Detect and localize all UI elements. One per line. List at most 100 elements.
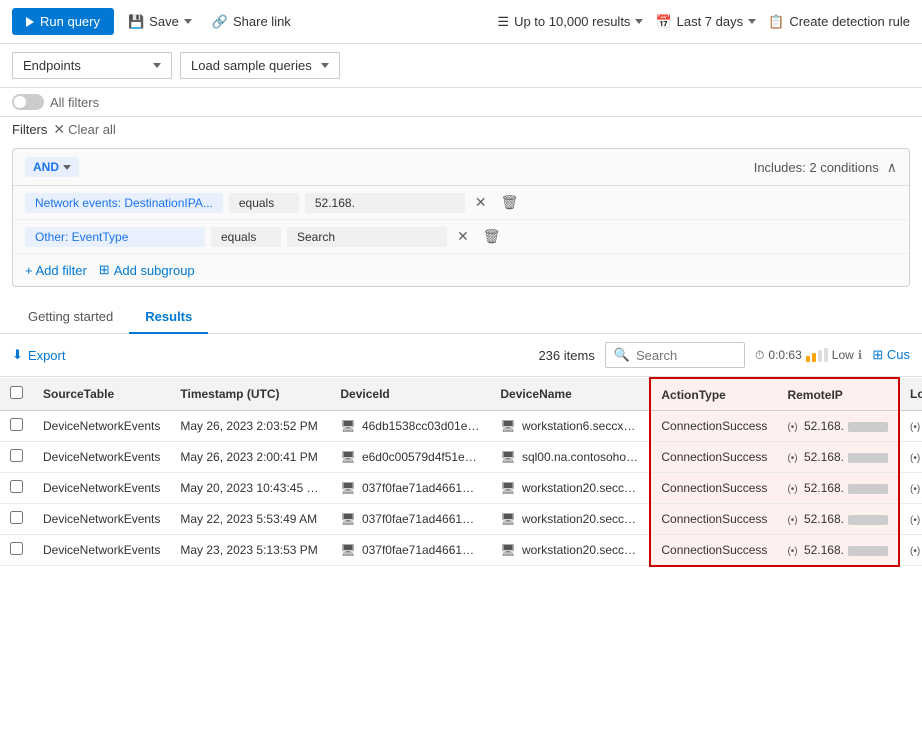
clear-all-button[interactable]: ✕ Clear all (53, 121, 115, 138)
clock-icon: ⏱ (755, 348, 764, 363)
sample-queries-dropdown[interactable]: Load sample queries (180, 52, 340, 79)
select-all-checkbox[interactable] (10, 386, 23, 399)
and-chevron-icon (63, 165, 71, 170)
device-id-link[interactable]: 037f0fae71ad4661e3... (362, 481, 485, 495)
tab-getting-started[interactable]: Getting started (12, 301, 129, 334)
device-name-link[interactable]: workstation20.seccxp... (522, 543, 647, 557)
filter-op-1[interactable]: equals (229, 193, 299, 213)
endpoints-chevron-icon (153, 63, 161, 68)
cell-action-type: ConnectionSuccess (650, 504, 777, 535)
table-header-row: SourceTable Timestamp (UTC) DeviceId Dev… (0, 378, 922, 411)
device-id-link[interactable]: e6d0c00579d4f51ee1... (362, 450, 488, 464)
device-id-link[interactable]: 037f0fae71ad4661e3... (362, 512, 485, 526)
perf-bar-3 (818, 350, 822, 362)
row-checkbox[interactable] (10, 418, 23, 431)
list-icon: ☰ (497, 14, 509, 30)
subgroup-icon: ⊞ (99, 262, 110, 278)
filter-clear-1-button[interactable]: ✕ (471, 192, 491, 213)
cell-device-id: 🖥 e6d0c00579d4f51ee1... (330, 442, 490, 473)
cell-device-id: 🖥 037f0fae71ad4661e3... (330, 535, 490, 566)
wifi-icon: (•) (787, 453, 797, 464)
row-checkbox-cell[interactable] (0, 535, 33, 566)
save-button[interactable]: 💾 Save (122, 10, 198, 34)
device-id-link[interactable]: 037f0fae71ad4661e3... (362, 543, 485, 557)
time-range-item[interactable]: 📅 Last 7 days (655, 14, 756, 30)
table-wrapper[interactable]: SourceTable Timestamp (UTC) DeviceId Dev… (0, 377, 922, 567)
export-button[interactable]: ⬇ Export (12, 347, 65, 363)
cell-action-type: ConnectionSuccess (650, 473, 777, 504)
cell-local-ip: (•) 192.168. (899, 504, 922, 535)
endpoints-dropdown[interactable]: Endpoints (12, 52, 172, 79)
wifi-icon: (•) (787, 546, 797, 557)
add-filter-label: + Add filter (25, 263, 87, 278)
export-label: Export (28, 348, 66, 363)
add-subgroup-button[interactable]: ⊞ Add subgroup (99, 262, 195, 278)
create-rule-label: Create detection rule (789, 14, 910, 29)
row-checkbox-cell[interactable] (0, 411, 33, 442)
share-icon: 🔗 (212, 14, 228, 30)
device-name-icon: 🖥 (500, 419, 515, 433)
row-checkbox-cell[interactable] (0, 473, 33, 504)
row-checkbox[interactable] (10, 542, 23, 555)
cell-source: DeviceNetworkEvents (33, 411, 170, 442)
device-name-link[interactable]: workstation20.seccxp... (522, 481, 647, 495)
filter-op-2[interactable]: equals (211, 227, 281, 247)
th-remote-ip: RemoteIP (777, 378, 899, 411)
cell-device-name: 🖥 workstation20.seccxp... (490, 535, 650, 566)
row-checkbox[interactable] (10, 480, 23, 493)
th-action-type: ActionType (650, 378, 777, 411)
results-limit-item[interactable]: ☰ Up to 10,000 results (497, 14, 643, 30)
cell-device-name: 🖥 workstation20.seccxp... (490, 504, 650, 535)
cus-label: Cus (887, 347, 910, 362)
share-link-button[interactable]: 🔗 Share link (206, 10, 297, 34)
time-range-chevron-icon (748, 19, 756, 24)
cell-device-id: 🖥 46db1538cc03d01ed... (330, 411, 490, 442)
info-icon: ℹ (858, 348, 863, 362)
filter-delete-1-button[interactable]: 🗑 (497, 192, 523, 213)
and-badge-label: AND (33, 160, 59, 174)
sample-queries-chevron-icon (321, 63, 329, 68)
row-checkbox[interactable] (10, 511, 23, 524)
and-badge[interactable]: AND (25, 157, 79, 177)
row-checkbox[interactable] (10, 449, 23, 462)
create-rule-item[interactable]: 📋 Create detection rule (768, 14, 910, 30)
wifi-icon: (•) (787, 484, 797, 495)
top-toolbar: Run query 💾 Save 🔗 Share link ☰ Up to 10… (0, 0, 922, 44)
all-filters-toggle[interactable] (12, 94, 44, 110)
cell-remote-ip: (•) 52.168. (777, 411, 899, 442)
cell-source: DeviceNetworkEvents (33, 442, 170, 473)
includes-text: Includes: 2 conditions (754, 160, 879, 175)
cell-source: DeviceNetworkEvents (33, 535, 170, 566)
table-body: DeviceNetworkEvents May 26, 2023 2:03:52… (0, 411, 922, 566)
table-row: DeviceNetworkEvents May 20, 2023 10:43:4… (0, 473, 922, 504)
row-checkbox-cell[interactable] (0, 442, 33, 473)
filter-clear-2-button[interactable]: ✕ (453, 226, 473, 247)
cell-action-type: ConnectionSuccess (650, 442, 777, 473)
filter-field-2[interactable]: Other: EventType (25, 227, 205, 247)
device-name-link[interactable]: workstation6.seccxp... (522, 419, 640, 433)
customize-button[interactable]: ⊞ Cus (872, 347, 910, 363)
clear-all-label: Clear all (68, 122, 116, 137)
time-range-label: Last 7 days (677, 14, 744, 29)
filter-delete-2-button[interactable]: 🗑 (479, 226, 505, 247)
row-checkbox-cell[interactable] (0, 504, 33, 535)
device-name-link[interactable]: sql00.na.contosohotel... (522, 450, 649, 464)
run-query-button[interactable]: Run query (12, 8, 114, 35)
customize-icon: ⊞ (872, 347, 883, 362)
calendar-icon: 📅 (655, 14, 671, 30)
device-id-link[interactable]: 46db1538cc03d01ed... (362, 419, 484, 433)
perf-bar-2 (812, 353, 816, 362)
results-search-box[interactable]: 🔍 (605, 342, 745, 368)
filter-value-2[interactable]: Search (287, 227, 447, 247)
results-search-input[interactable] (636, 348, 736, 363)
results-limit-label: Up to 10,000 results (514, 14, 630, 29)
cell-local-ip: (•) 192.168. (899, 473, 922, 504)
rule-icon: 📋 (768, 14, 784, 30)
collapse-button[interactable]: ∧ (887, 159, 897, 176)
device-name-link[interactable]: workstation20.seccxp... (522, 512, 647, 526)
filter-field-1[interactable]: Network events: DestinationIPA... (25, 193, 223, 213)
cell-timestamp: May 26, 2023 2:03:52 PM (170, 411, 330, 442)
filter-value-1[interactable]: 52.168. (305, 193, 465, 213)
tab-results[interactable]: Results (129, 301, 208, 334)
add-filter-button[interactable]: + Add filter (25, 263, 87, 278)
